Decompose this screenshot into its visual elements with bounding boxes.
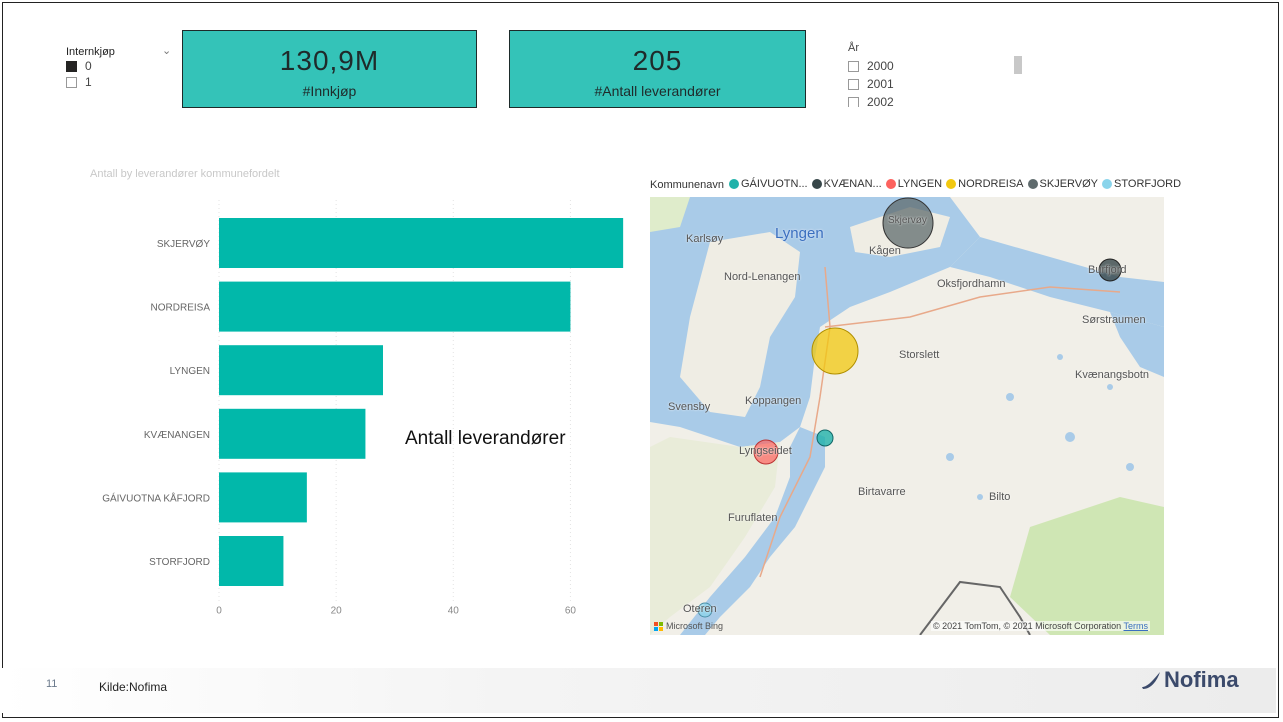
x-tick-label: 0: [216, 606, 222, 617]
checkbox-checked[interactable]: [66, 60, 77, 72]
legend-label: SKJERVØY: [1039, 178, 1099, 190]
year-slicer: År 2000 2001 2002: [848, 42, 894, 107]
place-label: Svensby: [668, 401, 711, 413]
year-label: 2000: [867, 59, 894, 73]
year-option[interactable]: 2000: [848, 57, 894, 75]
chevron-down-icon[interactable]: ⌄: [162, 44, 171, 57]
year-option[interactable]: 2001: [848, 75, 894, 93]
legend-item[interactable]: STORFJORD: [1102, 178, 1181, 190]
bar[interactable]: [219, 281, 571, 332]
slicer-option-label: 1: [85, 75, 92, 89]
legend-label: LYNGEN: [897, 178, 943, 190]
microsoft-logo-icon: [654, 621, 663, 631]
legend-item[interactable]: LYNGEN: [885, 178, 943, 190]
x-tick-label: 40: [448, 606, 460, 617]
category-label: LYNGEN: [170, 366, 210, 377]
category-label: KVÆNANGEN: [144, 430, 210, 441]
bing-attribution: Microsoft Bing: [654, 621, 723, 631]
place-label: Burfjord: [1088, 264, 1127, 276]
slicer-option-1[interactable]: 1: [66, 74, 115, 90]
place-label: Nord-Lenangen: [724, 271, 801, 283]
bar-chart: 0 20 40 60 SKJERVØY NORDREISA LYNGEN KVÆNANGEN G…: [102, 200, 624, 617]
place-label: Storslett: [899, 349, 940, 361]
legend-dot-icon: [885, 179, 896, 189]
place-label: Kågen: [869, 245, 901, 257]
source-note: Kilde:Nofima: [99, 680, 168, 694]
category-label: NORDREISA: [151, 303, 211, 314]
place-label: Skjervøy: [888, 215, 927, 226]
scrollbar-thumb[interactable]: [1014, 56, 1022, 74]
slicer-option-label: 0: [85, 59, 92, 73]
bar[interactable]: [219, 408, 366, 459]
bar[interactable]: [219, 536, 284, 586]
year-label: 2002: [867, 95, 894, 107]
x-tick-label: 60: [565, 606, 577, 617]
place-label: Oksfjordhamn: [937, 278, 1006, 290]
kpi-label: #Innkjøp: [302, 83, 357, 99]
kpi-card-innkjop[interactable]: 130,9M #Innkjøp: [182, 30, 477, 108]
legend-title: Kommunenavn: [650, 179, 724, 191]
place-label: Birtavarre: [858, 486, 906, 498]
bar[interactable]: [219, 472, 307, 523]
place-label: Bilto: [989, 491, 1011, 503]
category-label: STORFJORD: [149, 557, 210, 568]
category-label: GÁIVUOTNA KÅFJORD: [102, 491, 210, 504]
legend-dot-icon: [1027, 179, 1038, 189]
checkbox[interactable]: [848, 60, 859, 72]
nofima-logo: Nofima: [1140, 667, 1239, 693]
year-label: 2001: [867, 77, 894, 91]
checkbox[interactable]: [66, 76, 77, 88]
legend-dot-icon: [1102, 179, 1113, 189]
terms-link[interactable]: Terms: [1124, 621, 1149, 631]
place-label: Lyngen: [775, 225, 824, 242]
nofima-swoosh-icon: [1142, 672, 1160, 689]
legend-dot-icon: [729, 179, 739, 189]
legend-item[interactable]: SKJERVØY: [1027, 178, 1099, 190]
year-option[interactable]: 2002: [848, 93, 894, 107]
legend-label: NORDREISA: [958, 178, 1024, 190]
bing-label: Microsoft Bing: [666, 621, 724, 631]
legend-label: STORFJORD: [1114, 178, 1182, 190]
bar[interactable]: [219, 218, 624, 268]
kpi-value: 130,9M: [279, 45, 380, 76]
legend-label: GÁIVUOTN...: [741, 178, 808, 190]
legend-item[interactable]: KVÆNAN...: [811, 178, 882, 190]
kpi-label: #Antall leverandører: [594, 83, 721, 99]
chart-annotation: Antall leverandører: [405, 428, 566, 449]
place-label: Furuflaten: [728, 512, 778, 524]
checkbox[interactable]: [848, 96, 859, 107]
kpi-card-leverandorer[interactable]: 205 #Antall leverandører: [509, 30, 806, 108]
legend-dot-icon: [946, 179, 957, 189]
internkjop-slicer: Internkjøp ⌄ 0 1: [66, 45, 171, 90]
kpi-value: 205: [632, 45, 683, 76]
x-tick-label: 20: [331, 606, 343, 617]
map-credit: © 2021 TomTom, © 2021 Microsoft Corporat…: [930, 621, 1150, 631]
slicer-option-0[interactable]: 0: [66, 58, 115, 74]
place-label: Kvænangsbotn: [1075, 369, 1149, 381]
credit-text: © 2021 TomTom, © 2021 Microsoft Corporat…: [932, 621, 1122, 631]
bar[interactable]: [219, 345, 383, 396]
checkbox[interactable]: [848, 78, 859, 90]
legend-label: KVÆNAN...: [823, 178, 882, 190]
place-label: Sørstraumen: [1082, 314, 1146, 326]
legend-item[interactable]: GÁIVUOTN...: [729, 178, 808, 190]
map-basemap: [650, 197, 1164, 635]
chart-title: Antall by leverandører kommunefordelt: [90, 168, 280, 180]
map-legend: Kommunenavn GÁIVUOTN... KVÆNAN... LYNGEN NO…: [650, 178, 1185, 192]
slicer-title: År: [848, 42, 859, 54]
legend-dot-icon: [811, 179, 822, 189]
category-label: SKJERVØY: [157, 239, 210, 250]
place-label: Oteren: [683, 603, 717, 615]
year-list[interactable]: 2000 2001 2002: [848, 57, 894, 107]
legend-item[interactable]: NORDREISA: [946, 178, 1024, 190]
brand-name: Nofima: [1164, 667, 1239, 692]
map-visual[interactable]: Karlsøy Lyngen Kågen Skjervøy Burfjord N…: [650, 197, 1164, 635]
slide-number: 11: [46, 678, 58, 690]
place-label: Koppangen: [745, 395, 802, 407]
slicer-title: Internkjøp: [66, 46, 115, 58]
place-label: Karlsøy: [686, 233, 724, 245]
place-label: Lyngseidet: [739, 445, 792, 457]
footer-band: [0, 668, 1276, 713]
